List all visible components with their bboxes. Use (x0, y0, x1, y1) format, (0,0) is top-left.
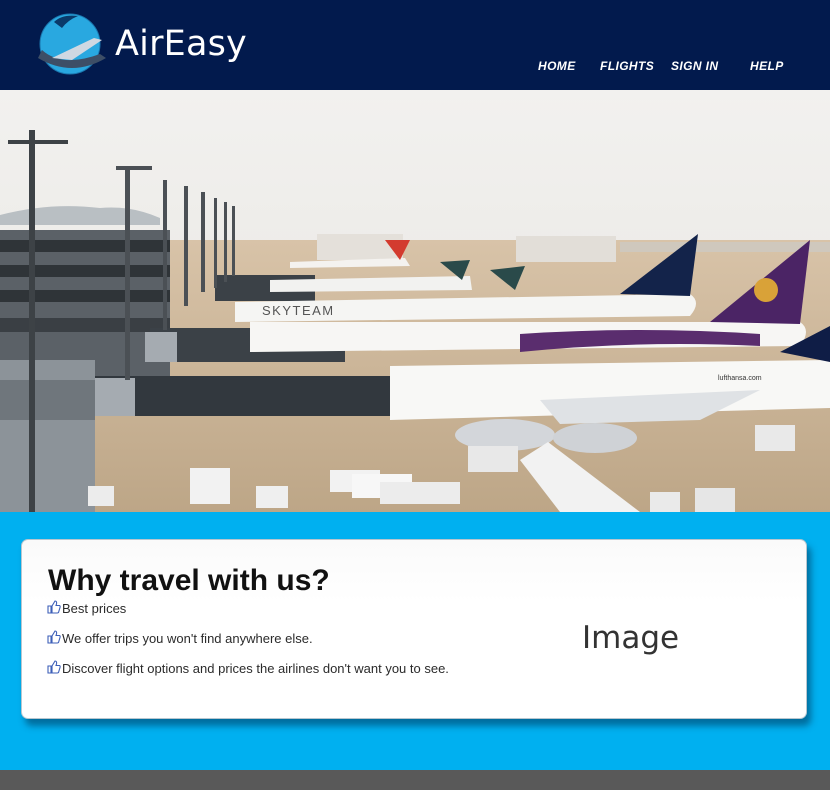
thumbs-up-icon (47, 600, 61, 614)
why-travel-title: Why travel with us? (48, 564, 330, 597)
feature-item: Discover flight options and prices the a… (47, 660, 449, 678)
why-travel-card: Why travel with us? Best prices We offer… (21, 539, 807, 719)
feature-text: Best prices (62, 601, 127, 616)
image-placeholder: Image (582, 620, 680, 656)
footer-bar (0, 770, 830, 790)
nav-home[interactable]: HOME (538, 59, 576, 73)
nav-sign-in[interactable]: SIGN IN (671, 59, 718, 73)
feature-text: We offer trips you won't find anywhere e… (62, 631, 313, 646)
airport-photo: SKYTEAM lufthansa.com (0, 90, 830, 512)
site-header: AirEasy HOME FLIGHTS SIGN IN HELP (0, 0, 830, 90)
main-nav: HOME FLIGHTS SIGN IN HELP (0, 59, 830, 77)
lufthansa-livery-text: lufthansa.com (718, 375, 762, 382)
thumbs-up-icon (47, 630, 61, 644)
nav-help[interactable]: HELP (750, 59, 784, 73)
brand-name[interactable]: AirEasy (115, 24, 247, 64)
skyteam-livery-text: SKYTEAM (262, 303, 335, 318)
feature-item: Best prices (47, 600, 126, 618)
feature-item: We offer trips you won't find anywhere e… (47, 630, 313, 648)
feature-text: Discover flight options and prices the a… (62, 661, 449, 676)
thumbs-up-icon (47, 660, 61, 674)
hero-image: SKYTEAM lufthansa.com (0, 90, 830, 512)
nav-flights[interactable]: FLIGHTS (600, 59, 654, 73)
